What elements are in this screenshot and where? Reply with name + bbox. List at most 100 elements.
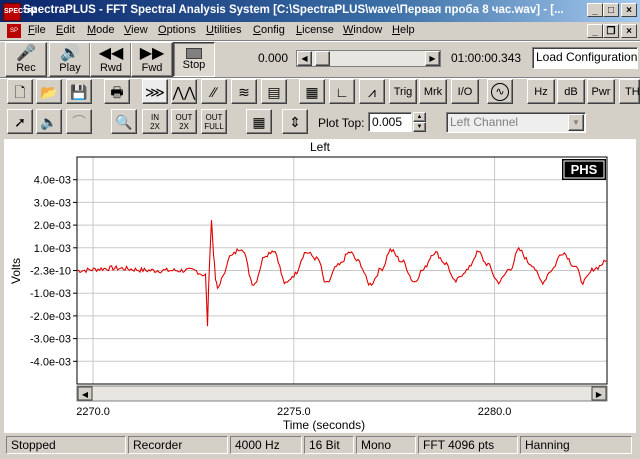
mdi-restore-icon[interactable]: ❐ bbox=[603, 24, 619, 38]
panel-icon: ▦ bbox=[305, 83, 319, 100]
stop-icon bbox=[186, 48, 202, 59]
scroll-left-icon[interactable]: ◀ bbox=[297, 51, 312, 66]
new-file-button[interactable]: 🗋 bbox=[7, 79, 33, 104]
x-tick-label: 2270.0 bbox=[76, 406, 110, 418]
display-settings-button[interactable]: ▦ bbox=[246, 109, 272, 134]
menu-window[interactable]: Window bbox=[343, 24, 382, 36]
y-axis-label: Volts bbox=[9, 258, 23, 284]
scroll-right-icon[interactable]: ▶ bbox=[425, 51, 440, 66]
autoscale-button[interactable]: ⇕ bbox=[282, 109, 308, 134]
chart-title: Left bbox=[310, 140, 331, 154]
load-configuration-field[interactable]: Load Configuration bbox=[532, 47, 638, 69]
y-axis-ticks: 4.0e-03 3.0e-03 2.0e-03 1.0e-03 -2.3e-10 -1.0… bbox=[30, 175, 77, 368]
zoom-in-2x-button[interactable]: IN 2X bbox=[142, 109, 168, 134]
phs-badge-text: PHS bbox=[571, 162, 598, 177]
db-button[interactable]: dB bbox=[557, 79, 585, 104]
y-tick-label: -2.3e-10 bbox=[30, 266, 71, 278]
menu-file[interactable]: File bbox=[28, 24, 46, 36]
io-button[interactable]: I/O bbox=[451, 79, 479, 104]
position-scrollbar[interactable]: ◀ ▶ bbox=[296, 50, 441, 67]
menu-edit[interactable]: Edit bbox=[56, 24, 75, 36]
x-axis-label: Time (seconds) bbox=[283, 418, 365, 432]
axis-icon: ∟ bbox=[335, 83, 349, 100]
spectrum-view-button[interactable]: ⋀⋀ bbox=[171, 79, 197, 104]
maximize-icon[interactable]: □ bbox=[603, 3, 619, 17]
x-tick-label: 2280.0 bbox=[478, 406, 512, 418]
y-tick-label: 3.0e-03 bbox=[34, 197, 71, 209]
menu-mode[interactable]: Mode bbox=[87, 24, 115, 36]
marker-button[interactable]: Mrk bbox=[419, 79, 447, 104]
x-axis-ticks: 2270.0 2275.0 2280.0 bbox=[76, 406, 511, 418]
pointer-button[interactable]: ➚ bbox=[7, 109, 33, 134]
settings-panel-button[interactable]: ▦ bbox=[299, 79, 325, 104]
hz-button[interactable]: Hz bbox=[527, 79, 555, 104]
close-icon[interactable]: × bbox=[621, 3, 637, 17]
folder-icon: 📂 bbox=[40, 83, 58, 100]
surface-icon: ▤ bbox=[267, 83, 281, 100]
menu-view[interactable]: View bbox=[124, 24, 148, 36]
status-fft-size: FFT 4096 pts bbox=[418, 436, 518, 454]
cursor-arrow-icon: ➚ bbox=[14, 113, 26, 130]
axis-scale-button[interactable]: ∟ bbox=[329, 79, 355, 104]
phase-view-button[interactable]: ∕∕ bbox=[201, 79, 227, 104]
y-tick-label: 2.0e-03 bbox=[34, 220, 71, 232]
menu-utilities[interactable]: Utilities bbox=[206, 24, 241, 36]
status-sample-rate: 4000 Hz bbox=[230, 436, 302, 454]
status-mode: Recorder bbox=[128, 436, 228, 454]
forward-icon: ▶▶ bbox=[139, 44, 165, 62]
peak-icon: ⌒ bbox=[72, 113, 86, 130]
speaker-icon: 🔊 bbox=[60, 44, 80, 62]
trigger-button[interactable]: Trig bbox=[389, 79, 417, 104]
spectrogram-view-button[interactable]: ≋ bbox=[231, 79, 257, 104]
panel-icon: ▦ bbox=[252, 113, 266, 130]
document-icon[interactable]: SP bbox=[7, 24, 21, 38]
signal-generator-button[interactable]: ∿ bbox=[487, 79, 513, 104]
plot-scroll-right-glyph: ▶ bbox=[596, 390, 603, 399]
th-button[interactable]: TH bbox=[619, 79, 640, 104]
forward-button[interactable]: ▶▶ Fwd bbox=[131, 42, 173, 77]
series-line bbox=[76, 220, 608, 327]
save-file-button[interactable]: 💾 bbox=[66, 79, 92, 104]
zoom-out-2x-button[interactable]: OUT 2X bbox=[171, 109, 197, 134]
position-value: 0.000 bbox=[258, 51, 289, 65]
spin-up-icon[interactable]: ▲ bbox=[413, 112, 426, 122]
status-channels: Mono bbox=[356, 436, 416, 454]
y-tick-label: 4.0e-03 bbox=[34, 175, 71, 187]
rewind-button[interactable]: ◀◀ Rwd bbox=[90, 42, 132, 77]
plot-scrollbar[interactable] bbox=[76, 385, 608, 402]
minimize-icon[interactable]: _ bbox=[587, 3, 603, 17]
spin-down-icon[interactable]: ▼ bbox=[413, 122, 426, 132]
time-series-chart[interactable]: Left 4.0e-03 3.0e-03 2.0e-03 1.0e-03 -2.3e-1… bbox=[4, 139, 636, 433]
menu-license[interactable]: License bbox=[296, 24, 334, 36]
peak-button[interactable]: ⌒ bbox=[66, 109, 92, 134]
print-button[interactable]: 🖶 bbox=[104, 79, 130, 104]
calibration-button[interactable]: ⩘ bbox=[359, 79, 385, 104]
zoom-button[interactable]: 🔍 bbox=[111, 109, 137, 134]
channel-select[interactable]: Left Channel bbox=[446, 112, 586, 133]
play-button[interactable]: 🔊 Play bbox=[49, 42, 91, 77]
scroll-thumb[interactable] bbox=[315, 51, 330, 66]
pwr-button[interactable]: Pwr bbox=[587, 79, 615, 104]
plot-top-input[interactable]: 0.005 bbox=[368, 112, 412, 132]
menu-config[interactable]: Config bbox=[253, 24, 285, 36]
chart-grid bbox=[77, 157, 607, 384]
compass-icon: ⩘ bbox=[368, 83, 376, 100]
audio-output-button[interactable]: 🔈 bbox=[36, 109, 62, 134]
open-file-button[interactable]: 📂 bbox=[36, 79, 62, 104]
chevron-down-icon[interactable]: ▼ bbox=[568, 114, 584, 131]
y-tick-label: -3.0e-03 bbox=[30, 334, 71, 346]
floppy-icon: 💾 bbox=[70, 83, 88, 100]
status-state: Stopped bbox=[6, 436, 126, 454]
y-tick-label: 1.0e-03 bbox=[34, 243, 71, 255]
stop-button[interactable]: Stop bbox=[173, 42, 215, 77]
menu-help[interactable]: Help bbox=[392, 24, 415, 36]
mdi-close-icon[interactable]: × bbox=[621, 24, 637, 38]
sine-wave-icon: ∿ bbox=[491, 82, 509, 101]
time-series-view-button[interactable]: ⋙ bbox=[142, 79, 168, 104]
3d-surface-view-button[interactable]: ▤ bbox=[261, 79, 287, 104]
rec-button[interactable]: 🎤 Rec bbox=[5, 42, 47, 77]
menu-options[interactable]: Options bbox=[158, 24, 196, 36]
mdi-minimize-icon[interactable]: _ bbox=[587, 24, 603, 38]
zoom-out-full-button[interactable]: OUT FULL bbox=[201, 109, 227, 134]
y-tick-label: -1.0e-03 bbox=[30, 288, 71, 300]
